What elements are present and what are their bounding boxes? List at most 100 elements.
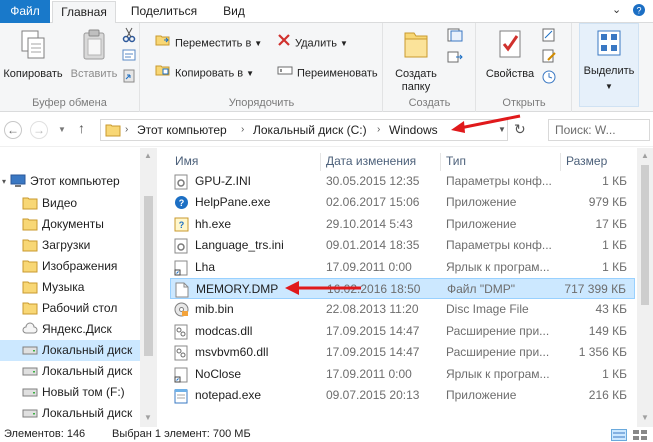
move-folder-icon [155, 33, 171, 54]
nav-item[interactable]: Новый том (F:) [0, 382, 140, 403]
large-icons-view-icon[interactable] [632, 429, 648, 442]
ribbon-collapse-icon[interactable]: ⌄ [612, 3, 621, 16]
nav-item[interactable]: Изображения [0, 256, 140, 277]
file-size: 979 КБ [588, 195, 627, 210]
nav-scrollbar[interactable]: ▲ ▼ [140, 148, 157, 427]
folder-icon [22, 301, 38, 319]
nav-item[interactable]: Музыка [0, 277, 140, 298]
tab-home[interactable]: Главная [52, 1, 116, 24]
nav-item-label: Загрузки [42, 238, 91, 252]
scroll-down-icon[interactable]: ▼ [641, 413, 649, 422]
copy-path-icon[interactable] [122, 48, 136, 68]
file-name: modcas.dll [195, 323, 253, 338]
help-icon[interactable]: ? [632, 3, 646, 20]
copy-button[interactable]: Копировать [2, 29, 64, 81]
status-bar: Элементов: 146 Выбран 1 элемент: 700 МБ [0, 427, 653, 442]
file-row[interactable]: NoClose 17.09.2011 0:00 Ярлык к програм...… [170, 364, 635, 385]
open-icon[interactable] [541, 27, 557, 47]
notepad-icon [174, 388, 188, 411]
history-icon[interactable] [541, 69, 557, 89]
nav-item[interactable]: Рабочий стол [0, 298, 140, 319]
expand-chevron-icon[interactable]: ▾ [2, 171, 6, 192]
move-to-button[interactable]: Переместить в ▼ [155, 33, 262, 53]
file-size: 17 КБ [595, 216, 627, 231]
scroll-down-icon[interactable]: ▼ [144, 413, 152, 422]
file-type: Приложение [446, 216, 517, 231]
file-size: 149 КБ [588, 323, 627, 338]
drive-icon [22, 385, 38, 403]
nav-item[interactable]: Документы [0, 214, 140, 235]
nav-item[interactable]: Яндекс.Диск [0, 319, 140, 340]
scroll-up-icon[interactable]: ▲ [641, 151, 649, 160]
breadcrumb-drive-c[interactable]: Локальный диск (C:) [253, 120, 367, 140]
file-date: 17.09.2015 14:47 [326, 345, 420, 360]
nav-item-label: Локальный диск [42, 343, 133, 357]
ribbon: Копировать Вставить Буфер обмена Перемес… [0, 23, 653, 112]
paste-shortcut-icon[interactable] [122, 69, 136, 89]
breadcrumb-separator-icon: › [241, 124, 245, 135]
file-list-scrollbar[interactable]: ▲ ▼ [637, 148, 653, 427]
properties-button[interactable]: Свойства [479, 27, 541, 81]
up-icon[interactable]: ↑ [78, 120, 85, 136]
file-size: 1 КБ [602, 259, 627, 274]
group-new: Создать папку Создать [384, 23, 476, 112]
new-folder-button[interactable]: Создать папку [386, 27, 446, 94]
file-row[interactable]: mib.bin 22.08.2013 11:20 Disc Image File 43… [170, 299, 635, 320]
tab-file[interactable]: Файл [0, 0, 50, 23]
file-row[interactable]: GPU-Z.INI 30.05.2015 12:35 Параметры конф.… [170, 171, 635, 192]
nav-item[interactable]: Локальный диск [0, 403, 140, 424]
file-type: Расширение при... [446, 323, 550, 338]
file-name: Lha [195, 259, 216, 274]
nav-item[interactable]: Локальный диск [0, 361, 140, 382]
file-row[interactable]: Language_trs.ini 09.01.2014 18:35 Параметр… [170, 235, 635, 256]
file-row[interactable]: modcas.dll 17.09.2015 14:47 Расширение при… [170, 321, 635, 342]
rename-button[interactable]: Переименовать [277, 63, 378, 83]
edit-icon[interactable] [541, 48, 557, 68]
select-button[interactable]: Выделить ▼ [579, 23, 639, 107]
ribbon-tabbar: Файл Главная Поделиться Вид ⌄ ? [0, 0, 653, 24]
forward-icon[interactable]: → [30, 121, 48, 139]
cut-icon[interactable] [122, 27, 136, 47]
nav-item[interactable]: Видео [0, 193, 140, 214]
recent-dropdown-icon[interactable]: ▼ [58, 125, 66, 134]
file-row[interactable]: Lha 17.09.2011 0:00 Ярлык к програм... 1 КБ [170, 257, 635, 278]
file-row[interactable]: MEMORY.DMP 16.02.2016 18:50 Файл "DMP" 717 … [170, 278, 635, 299]
new-item-icon[interactable] [446, 27, 466, 47]
nav-scroll-thumb[interactable] [144, 196, 153, 356]
tab-share[interactable]: Поделиться [122, 0, 206, 23]
file-type: Файл "DMP" [447, 282, 516, 296]
file-name: NoClose [195, 366, 242, 381]
nav-item[interactable]: ▾ Этот компьютер [0, 171, 140, 192]
file-row[interactable]: msvbvm60.dll 17.09.2015 14:47 Расширение п… [170, 342, 635, 363]
search-input[interactable]: Поиск: W... [548, 119, 650, 141]
annotation-arrow-icon [451, 114, 521, 133]
scroll-up-icon[interactable]: ▲ [144, 151, 152, 160]
address-input[interactable]: › Этот компьютер › Локальный диск (C:) ›… [100, 119, 508, 141]
file-row[interactable]: ? hh.exe 29.10.2014 5:43 Приложение 17 КБ [170, 214, 635, 235]
paste-button[interactable]: Вставить [66, 29, 122, 81]
easy-access-icon[interactable] [446, 49, 466, 69]
group-clipboard: Копировать Вставить Буфер обмена [0, 23, 140, 112]
file-list-scroll-thumb[interactable] [641, 165, 649, 305]
delete-icon [277, 33, 291, 54]
details-view-icon[interactable] [611, 429, 627, 442]
copy-to-button[interactable]: Копировать в ▼ [155, 63, 254, 83]
computer-icon [10, 174, 26, 192]
group-label-clipboard: Буфер обмена [32, 97, 107, 109]
file-row[interactable]: notepad.exe 09.07.2015 20:13 Приложение 216… [170, 385, 635, 406]
breadcrumb-computer[interactable]: Этот компьютер [137, 120, 227, 140]
group-organize: Переместить в ▼ Копировать в ▼ Удалить ▼ Пе… [141, 23, 383, 112]
nav-item[interactable]: Загрузки [0, 235, 140, 256]
tab-view[interactable]: Вид [214, 0, 254, 23]
file-size: 1 КБ [602, 238, 627, 253]
delete-button[interactable]: Удалить ▼ [277, 33, 348, 53]
file-row[interactable]: ? HelpPane.exe 02.06.2017 15:06 Приложение 9… [170, 192, 635, 213]
file-name: msvbvm60.dll [195, 345, 269, 360]
svg-text:?: ? [179, 198, 185, 208]
drive-icon [22, 406, 38, 424]
file-type: Приложение [446, 195, 517, 210]
breadcrumb-windows[interactable]: Windows [389, 120, 438, 140]
nav-item[interactable]: Локальный диск [0, 340, 140, 361]
back-icon[interactable]: ← [4, 121, 22, 139]
nav-item-label: Локальный диск [42, 364, 133, 378]
